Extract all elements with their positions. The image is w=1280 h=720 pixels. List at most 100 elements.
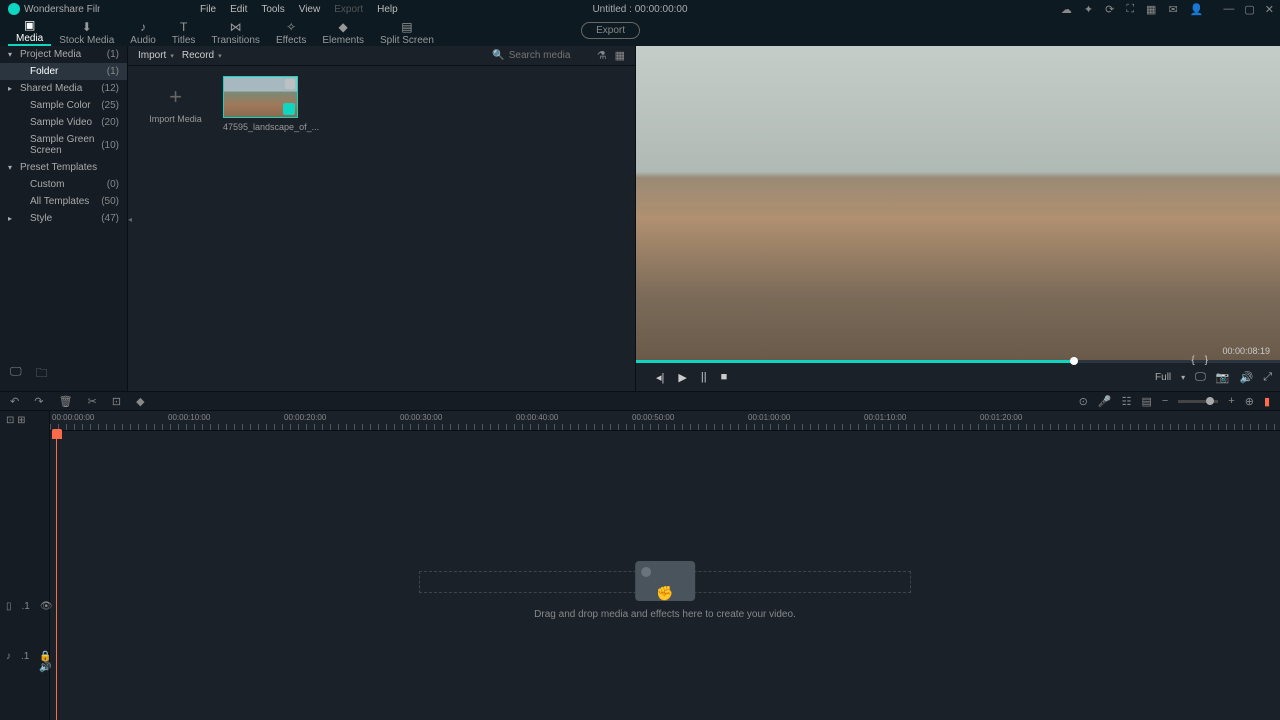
chevron-down-icon[interactable]: ▾	[1181, 373, 1185, 382]
refresh-icon[interactable]: ⟳	[1105, 3, 1114, 16]
menu-view[interactable]: View	[299, 4, 321, 15]
undo-button[interactable]: ↶	[10, 396, 19, 408]
tab-audio[interactable]: ♪Audio	[122, 20, 164, 46]
sidebar-item-preset-templates[interactable]: Preset Templates	[0, 159, 127, 176]
timeline-body[interactable]: 00:00:00:00 00:00:10:00 00:00:20:00 00:0…	[50, 411, 1280, 720]
mixer-button[interactable]: ☷	[1122, 395, 1132, 408]
timeline-ruler[interactable]: 00:00:00:00 00:00:10:00 00:00:20:00 00:0…	[50, 411, 1280, 431]
sidebar-item-sample-green-screen[interactable]: Sample Green Screen(10)	[0, 131, 127, 159]
browser-toolbar: Import Record 🔍 ⚗ ▦	[128, 46, 635, 66]
grab-cursor-icon: ✊	[656, 585, 673, 602]
play-button[interactable]: ▶	[678, 371, 686, 384]
media-clip[interactable]: 47595_landscape_of_...	[223, 76, 298, 132]
user-icon[interactable]: 👤	[1190, 3, 1204, 16]
import-dropdown[interactable]: Import	[138, 50, 174, 61]
menu-bar: File Edit Tools View Export Help	[100, 0, 498, 18]
sidebar-item-all-templates[interactable]: All Templates(50)	[0, 193, 127, 210]
voiceover-button[interactable]: 🎤	[1098, 395, 1112, 408]
maximize-button[interactable]: ▢	[1244, 3, 1254, 16]
folder-icon: ▣	[24, 18, 35, 32]
tab-titles[interactable]: TTitles	[164, 20, 204, 46]
sidebar-item-folder[interactable]: Folder(1)	[0, 63, 127, 80]
preview-controls: ◂| ▶ || ■ Full ▾ 🖵 📷 🔊 ⤢	[636, 363, 1280, 391]
tab-effects[interactable]: ✧Effects	[268, 20, 314, 46]
stop-button[interactable]: ■	[721, 371, 728, 384]
display-icon[interactable]: 🖵	[1195, 371, 1206, 384]
menu-edit[interactable]: Edit	[230, 4, 247, 15]
marker-button[interactable]: ◆	[136, 396, 144, 408]
zoom-fit-button[interactable]: ⊕	[1245, 395, 1254, 408]
minimize-button[interactable]: —	[1223, 3, 1234, 16]
menu-tools[interactable]: Tools	[261, 4, 284, 15]
timeline: ⊡ ⊞ ▯ .1 👁 ♪ .1 🔒 🔊 00:00:00:00 00:00:10…	[0, 411, 1280, 720]
title-bar: Wondershare Filmora File Edit Tools View…	[0, 0, 1280, 18]
menu-export: Export	[334, 4, 363, 15]
grid-icon[interactable]: ▦	[1146, 3, 1156, 16]
panel-button[interactable]: ▤	[1141, 395, 1151, 408]
document-title: Untitled : 00:00:00:00	[592, 4, 687, 15]
track-headers: ⊡ ⊞ ▯ .1 👁 ♪ .1 🔒 🔊	[0, 411, 50, 720]
sidebar-item-custom[interactable]: Custom(0)	[0, 176, 127, 193]
tab-stock-media[interactable]: ⬇Stock Media	[51, 20, 122, 46]
elements-icon: ◆	[339, 20, 348, 34]
media-browser: Import Record 🔍 ⚗ ▦ + Import Media 47595…	[128, 46, 636, 391]
clip-thumbnail[interactable]	[223, 76, 298, 118]
ruler-ticks	[50, 424, 1280, 430]
import-media-tile[interactable]: + Import Media	[138, 76, 213, 131]
prev-frame-button[interactable]: ◂|	[656, 371, 664, 384]
delete-button[interactable]: 🗑	[59, 396, 73, 408]
search-input[interactable]	[509, 50, 589, 61]
upper-panels: Project Media(1) Folder(1) Shared Media(…	[0, 46, 1280, 391]
panel-collapse-icon[interactable]: ◂	[128, 215, 134, 221]
mail-icon[interactable]: ✉	[1168, 3, 1177, 16]
record-dropdown[interactable]: Record	[182, 50, 222, 61]
export-button[interactable]: Export	[581, 22, 640, 39]
pause-button[interactable]: ||	[701, 371, 707, 384]
sidebar-item-sample-color[interactable]: Sample Color(25)	[0, 97, 127, 114]
timecode-lock[interactable]: ⊡ ⊞	[6, 415, 26, 426]
preview-canvas[interactable]	[636, 46, 1280, 360]
monitor-icon[interactable]: 🖵	[10, 364, 22, 385]
sparkle-icon[interactable]: ✦	[1084, 3, 1093, 16]
preview-panel: { } 00:00:08:19 ◂| ▶ || ■ Full ▾ 🖵 📷 🔊 ⤢	[636, 46, 1280, 391]
manage-tracks-button[interactable]: ▮	[1264, 395, 1270, 408]
zoom-slider[interactable]	[1178, 400, 1218, 403]
quality-dropdown[interactable]: Full	[1155, 372, 1171, 383]
text-icon: T	[180, 20, 187, 34]
crop-button[interactable]: ⊡	[112, 396, 121, 408]
timeline-tools-left: ↶ ↷ 🗑 ✂ ⊡ ◆	[10, 395, 157, 408]
cloud-icon[interactable]: ☁	[1061, 3, 1072, 16]
sidebar-item-style[interactable]: Style(47)	[0, 210, 127, 227]
menu-file[interactable]: File	[200, 4, 216, 15]
zoom-out-button[interactable]: −	[1162, 395, 1168, 407]
audio-track-header[interactable]: ♪ .1 🔒 🔊	[6, 651, 52, 673]
zoom-in-button[interactable]: +	[1228, 395, 1234, 407]
expand-icon[interactable]: ⛶	[1126, 3, 1134, 16]
grid-view-icon[interactable]: ▦	[615, 49, 625, 62]
volume-icon[interactable]: 🔊	[1239, 371, 1253, 384]
render-button[interactable]: ⊙	[1079, 395, 1088, 408]
snapshot-icon[interactable]: 📷	[1216, 371, 1230, 384]
menu-help[interactable]: Help	[377, 4, 398, 15]
redo-button[interactable]: ↷	[34, 396, 43, 408]
tab-media[interactable]: ▣Media	[8, 18, 51, 46]
playhead[interactable]	[52, 429, 62, 439]
filter-icon[interactable]: ⚗	[597, 49, 607, 62]
video-track-header[interactable]: ▯ .1 👁	[6, 601, 53, 612]
download-icon: ⬇	[82, 20, 92, 34]
tab-split-screen[interactable]: ▤Split Screen	[372, 20, 442, 46]
tab-transitions[interactable]: ⋈Transitions	[203, 20, 268, 46]
preview-timecode: 00:00:08:19	[1222, 346, 1270, 356]
add-folder-icon[interactable]: 🗀	[36, 364, 48, 385]
tab-elements[interactable]: ◆Elements	[314, 20, 372, 46]
sidebar-item-sample-video[interactable]: Sample Video(20)	[0, 114, 127, 131]
sidebar-item-project-media[interactable]: Project Media(1)	[0, 46, 127, 63]
sidebar-item-shared-media[interactable]: Shared Media(12)	[0, 80, 127, 97]
fullscreen-icon[interactable]: ⤢	[1263, 371, 1272, 384]
sidebar-bottom-tools: 🖵 🗀	[0, 358, 127, 391]
transport-controls: ◂| ▶ || ■	[656, 371, 727, 384]
split-button[interactable]: ✂	[88, 396, 97, 408]
close-button[interactable]: ✕	[1265, 3, 1274, 16]
media-grid: + Import Media 47595_landscape_of_...	[128, 66, 635, 142]
search-box: 🔍	[492, 50, 588, 61]
